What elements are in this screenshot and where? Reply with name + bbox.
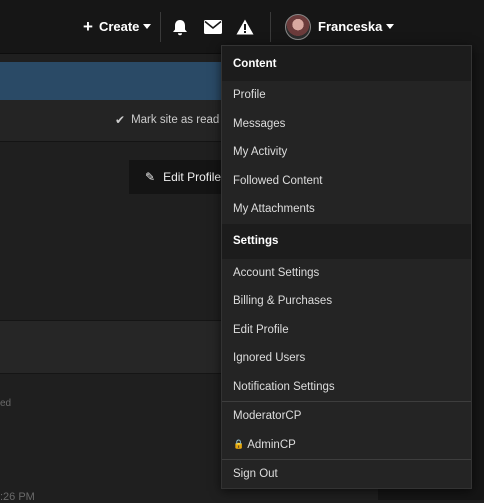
create-label: Create bbox=[98, 19, 140, 34]
pencil-icon: ✎ bbox=[145, 170, 156, 184]
settings-section-header: Settings bbox=[222, 223, 471, 259]
edit-profile-label: Edit Profile bbox=[163, 170, 222, 184]
menu-item-messages[interactable]: Messages bbox=[222, 110, 471, 139]
warning-icon[interactable] bbox=[234, 16, 256, 38]
plus-icon: + bbox=[83, 17, 93, 36]
menu-item-account-settings[interactable]: Account Settings bbox=[222, 259, 471, 288]
menu-item-my-attachments[interactable]: My Attachments bbox=[222, 195, 471, 224]
menu-item-sign-out[interactable]: Sign Out bbox=[222, 460, 471, 489]
content-section-header: Content bbox=[222, 46, 471, 81]
admincp-label: AdminCP bbox=[247, 438, 296, 451]
separator bbox=[160, 12, 161, 42]
bell-icon[interactable] bbox=[169, 16, 191, 38]
menu-item-moderatorcp[interactable]: ModeratorCP bbox=[222, 402, 471, 431]
user-dropdown-menu: Content Profile Messages My Activity Fol… bbox=[221, 45, 472, 489]
faded-text: ed bbox=[0, 398, 12, 409]
faded-timestamp: :26 PM bbox=[0, 491, 35, 503]
check-icon: ✔ bbox=[115, 113, 126, 127]
separator bbox=[270, 12, 271, 42]
menu-item-profile[interactable]: Profile bbox=[222, 81, 471, 110]
menu-item-edit-profile[interactable]: Edit Profile bbox=[222, 316, 471, 345]
chevron-down-icon bbox=[143, 24, 152, 29]
menu-item-admincp[interactable]: 🔒 AdminCP bbox=[222, 431, 471, 460]
mark-site-read-link[interactable]: ✔ Mark site as read bbox=[115, 113, 219, 127]
content-panel bbox=[0, 320, 230, 374]
menu-item-notification-settings[interactable]: Notification Settings bbox=[222, 373, 471, 402]
menu-item-ignored-users[interactable]: Ignored Users bbox=[222, 344, 471, 373]
menu-item-followed-content[interactable]: Followed Content bbox=[222, 167, 471, 196]
avatar bbox=[285, 13, 311, 40]
mark-read-label: Mark site as read bbox=[131, 114, 220, 126]
lock-icon: 🔒 bbox=[233, 439, 245, 450]
envelope-icon[interactable] bbox=[202, 16, 224, 38]
header-banner bbox=[0, 62, 230, 100]
menu-item-billing-purchases[interactable]: Billing & Purchases bbox=[222, 287, 471, 316]
chevron-down-icon bbox=[386, 24, 395, 29]
create-button[interactable]: + Create bbox=[83, 0, 152, 53]
username-label: Franceska bbox=[318, 19, 383, 34]
menu-item-my-activity[interactable]: My Activity bbox=[222, 138, 471, 167]
edit-profile-button[interactable]: ✎ Edit Profile bbox=[129, 160, 229, 194]
